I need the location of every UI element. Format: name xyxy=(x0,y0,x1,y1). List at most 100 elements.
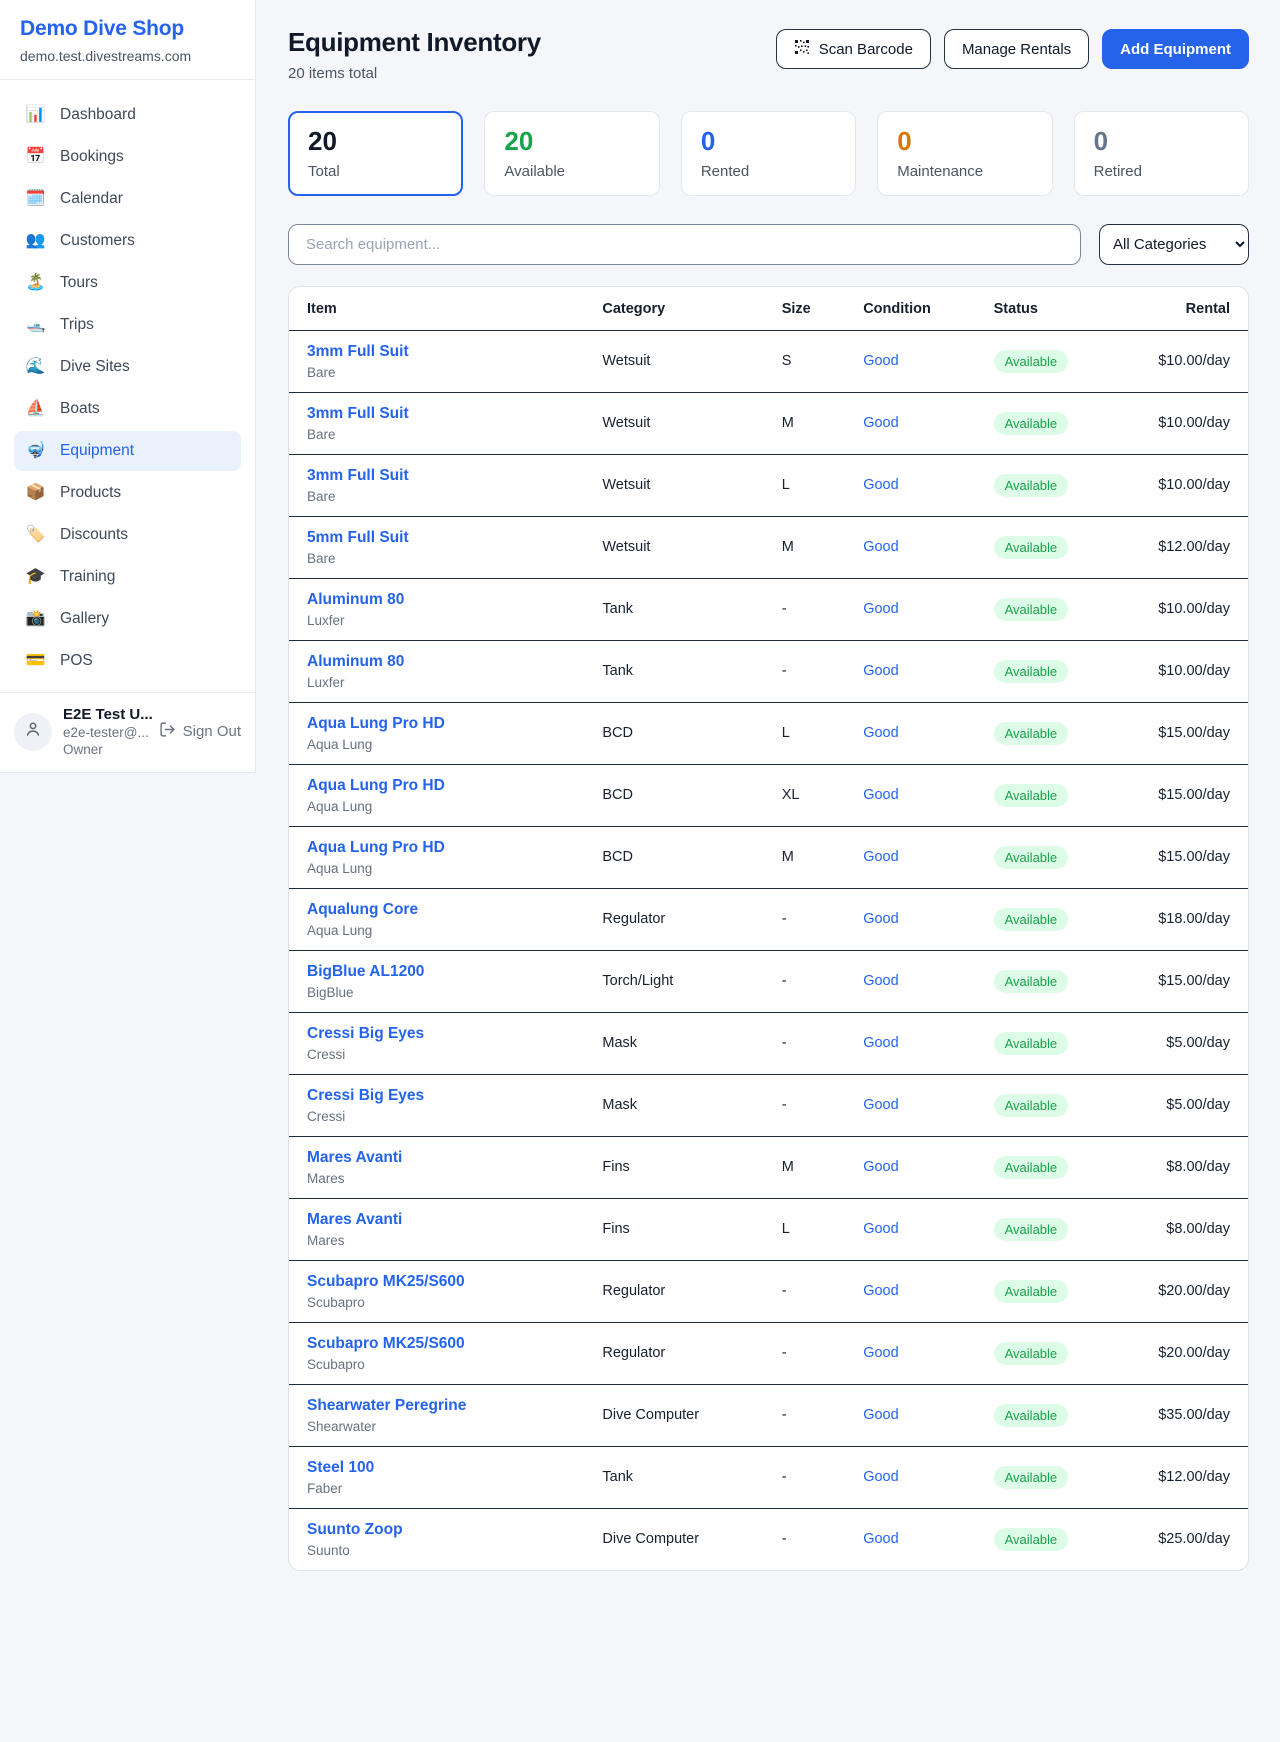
status-badge: Available xyxy=(994,660,1069,683)
sidebar-item-boats[interactable]: ⛵ Boats xyxy=(14,389,241,429)
condition-link[interactable]: Good xyxy=(863,477,898,493)
condition-link[interactable]: Good xyxy=(863,973,898,989)
sidebar-item-tours[interactable]: 🏝️ Tours xyxy=(14,263,241,303)
condition-link[interactable]: Good xyxy=(863,1221,898,1237)
item-category: Dive Computer xyxy=(584,1384,763,1446)
status-badge: Available xyxy=(994,1218,1069,1241)
condition-link[interactable]: Good xyxy=(863,1407,898,1423)
table-row: 5mm Full Suit Bare Wetsuit M Good Availa… xyxy=(289,516,1248,578)
sidebar-item-pos[interactable]: 💳 POS xyxy=(14,641,241,681)
item-category: BCD xyxy=(584,826,763,888)
item-name-link[interactable]: 5mm Full Suit xyxy=(307,529,409,547)
manage-rentals-button[interactable]: Manage Rentals xyxy=(944,29,1089,69)
item-name-link[interactable]: Aqua Lung Pro HD xyxy=(307,777,445,795)
item-category: Torch/Light xyxy=(584,950,763,1012)
item-name-link[interactable]: Mares Avanti xyxy=(307,1149,402,1167)
condition-link[interactable]: Good xyxy=(863,415,898,431)
sidebar-item-training[interactable]: 🎓 Training xyxy=(14,557,241,597)
user-name: E2E Test U... xyxy=(63,706,148,723)
item-rental: $12.00/day xyxy=(1123,1446,1248,1508)
item-category: BCD xyxy=(584,702,763,764)
item-name-link[interactable]: BigBlue AL1200 xyxy=(307,963,424,981)
item-name-link[interactable]: Aqualung Core xyxy=(307,901,418,919)
table-row: Aqualung Core Aqua Lung Regulator - Good… xyxy=(289,888,1248,950)
item-brand: Luxfer xyxy=(307,675,566,690)
item-name-link[interactable]: Cressi Big Eyes xyxy=(307,1087,424,1105)
table-row: Scubapro MK25/S600 Scubapro Regulator - … xyxy=(289,1260,1248,1322)
condition-link[interactable]: Good xyxy=(863,725,898,741)
item-rental: $18.00/day xyxy=(1123,888,1248,950)
stat-label: Rented xyxy=(701,163,836,180)
sidebar-item-dive-sites[interactable]: 🌊 Dive Sites xyxy=(14,347,241,387)
sidebar-item-equipment[interactable]: 🤿 Equipment xyxy=(14,431,241,471)
condition-link[interactable]: Good xyxy=(863,663,898,679)
item-name-link[interactable]: Shearwater Peregrine xyxy=(307,1397,466,1415)
table-row: BigBlue AL1200 BigBlue Torch/Light - Goo… xyxy=(289,950,1248,1012)
status-badge: Available xyxy=(994,722,1069,745)
tours-icon: 🏝️ xyxy=(25,272,46,294)
stat-card-available[interactable]: 20 Available xyxy=(484,111,659,196)
condition-link[interactable]: Good xyxy=(863,1035,898,1051)
condition-link[interactable]: Good xyxy=(863,1531,898,1547)
sidebar-item-calendar[interactable]: 🗓️ Calendar xyxy=(14,179,241,219)
condition-link[interactable]: Good xyxy=(863,353,898,369)
condition-link[interactable]: Good xyxy=(863,1283,898,1299)
status-badge: Available xyxy=(994,1466,1069,1489)
item-name-link[interactable]: Steel 100 xyxy=(307,1459,374,1477)
item-brand: Bare xyxy=(307,427,566,442)
item-name-link[interactable]: Cressi Big Eyes xyxy=(307,1025,424,1043)
item-rental: $15.00/day xyxy=(1123,764,1248,826)
condition-link[interactable]: Good xyxy=(863,787,898,803)
condition-link[interactable]: Good xyxy=(863,1159,898,1175)
item-rental: $15.00/day xyxy=(1123,950,1248,1012)
item-name-link[interactable]: 3mm Full Suit xyxy=(307,467,409,485)
item-category: BCD xyxy=(584,764,763,826)
sidebar-item-customers[interactable]: 👥 Customers xyxy=(14,221,241,261)
sidebar-item-dashboard[interactable]: 📊 Dashboard xyxy=(14,95,241,135)
item-name-link[interactable]: Aqua Lung Pro HD xyxy=(307,715,445,733)
condition-link[interactable]: Good xyxy=(863,601,898,617)
condition-link[interactable]: Good xyxy=(863,1469,898,1485)
stat-card-maintenance[interactable]: 0 Maintenance xyxy=(877,111,1052,196)
item-name-link[interactable]: Suunto Zoop xyxy=(307,1521,403,1539)
sidebar-item-discounts[interactable]: 🏷️ Discounts xyxy=(14,515,241,555)
table-row: Shearwater Peregrine Shearwater Dive Com… xyxy=(289,1384,1248,1446)
search-input[interactable] xyxy=(288,224,1081,265)
condition-link[interactable]: Good xyxy=(863,539,898,555)
stat-value: 0 xyxy=(701,127,836,157)
stat-card-retired[interactable]: 0 Retired xyxy=(1074,111,1249,196)
item-name-link[interactable]: Aluminum 80 xyxy=(307,653,404,671)
sidebar-item-bookings[interactable]: 📅 Bookings xyxy=(14,137,241,177)
item-size: - xyxy=(764,1446,846,1508)
page-header: Equipment Inventory 20 items total Scan … xyxy=(288,27,1249,82)
table-row: 3mm Full Suit Bare Wetsuit M Good Availa… xyxy=(289,392,1248,454)
stat-card-rented[interactable]: 0 Rented xyxy=(681,111,856,196)
sidebar-item-label: Training xyxy=(60,566,115,588)
item-name-link[interactable]: Aqua Lung Pro HD xyxy=(307,839,445,857)
sidebar-item-gallery[interactable]: 📸 Gallery xyxy=(14,599,241,639)
category-filter[interactable]: All Categories xyxy=(1099,224,1249,265)
item-brand: Cressi xyxy=(307,1047,566,1062)
condition-link[interactable]: Good xyxy=(863,911,898,927)
sidebar-item-trips[interactable]: 🛥️ Trips xyxy=(14,305,241,345)
stats-row: 20 Total 20 Available 0 Rented 0 Mainten… xyxy=(288,111,1249,196)
scan-barcode-label: Scan Barcode xyxy=(819,41,913,58)
item-name-link[interactable]: Aluminum 80 xyxy=(307,591,404,609)
item-name-link[interactable]: Mares Avanti xyxy=(307,1211,402,1229)
item-name-link[interactable]: Scubapro MK25/S600 xyxy=(307,1273,465,1291)
user-section: E2E Test U... e2e-tester@... Owner Sign … xyxy=(0,692,255,772)
condition-link[interactable]: Good xyxy=(863,1097,898,1113)
item-name-link[interactable]: 3mm Full Suit xyxy=(307,405,409,423)
sidebar-item-products[interactable]: 📦 Products xyxy=(14,473,241,513)
col-header-size: Size xyxy=(764,287,846,331)
item-name-link[interactable]: Scubapro MK25/S600 xyxy=(307,1335,465,1353)
scan-barcode-button[interactable]: Scan Barcode xyxy=(776,29,931,69)
item-category: Regulator xyxy=(584,1260,763,1322)
condition-link[interactable]: Good xyxy=(863,1345,898,1361)
sign-out-button[interactable]: Sign Out xyxy=(159,721,241,742)
condition-link[interactable]: Good xyxy=(863,849,898,865)
stat-card-total[interactable]: 20 Total xyxy=(288,111,463,196)
table-row: Aluminum 80 Luxfer Tank - Good Available… xyxy=(289,640,1248,702)
item-name-link[interactable]: 3mm Full Suit xyxy=(307,343,409,361)
add-equipment-button[interactable]: Add Equipment xyxy=(1102,29,1249,69)
